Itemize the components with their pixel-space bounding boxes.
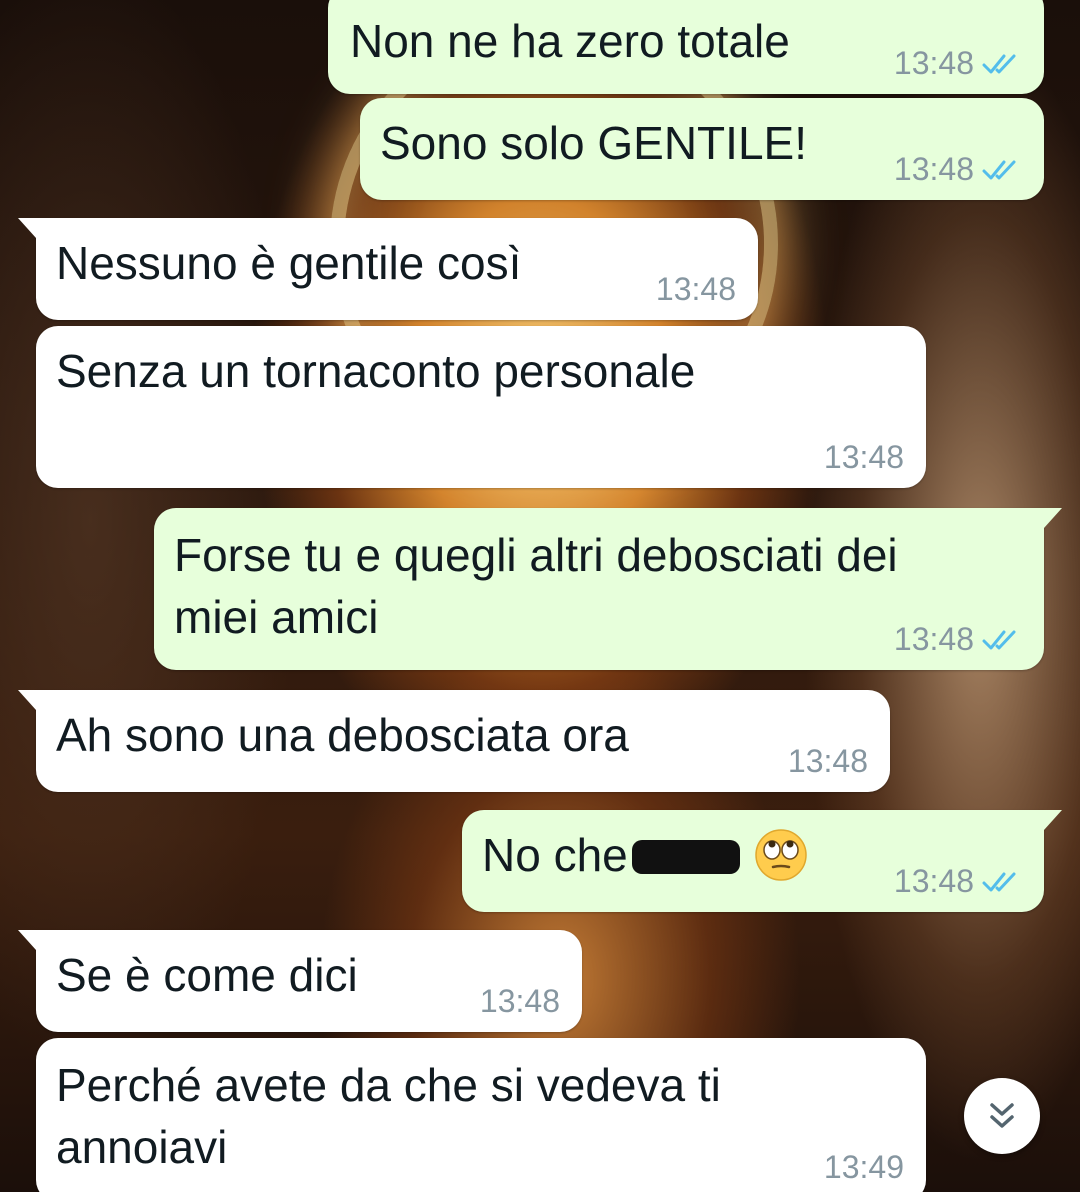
message-text: Nessuno è gentile così — [56, 237, 522, 289]
message-text: Non ne ha zero totale — [350, 15, 790, 67]
message-text: Se è come dici — [56, 949, 358, 1001]
double-check-icon — [982, 872, 1016, 891]
message-time: 13:48 — [893, 863, 974, 899]
double-check-icon — [982, 630, 1016, 649]
message-bubble-incoming[interactable]: Perché avete da che si vedeva ti annoiav… — [36, 1038, 926, 1192]
message-text: Ah sono una debosciata ora — [56, 709, 629, 761]
message-meta: 13:48 — [894, 863, 1022, 900]
bubble-tail — [1044, 810, 1062, 830]
face-with-rolling-eyes-icon — [755, 829, 807, 881]
message-time: 13:48 — [893, 621, 974, 657]
message-text-line: Forse tu e quegli altri debosciati dei — [174, 529, 898, 581]
message-bubble-outgoing[interactable]: Non ne ha zero totale 13:48 — [328, 0, 1044, 94]
bubble-tail — [18, 690, 36, 710]
message-text: No che — [482, 824, 808, 886]
message-meta: 13:48 — [894, 151, 1022, 188]
message-bubble-incoming[interactable]: Senza un tornaconto personale 13:48 — [36, 326, 926, 488]
message-time: 13:48 — [893, 45, 974, 81]
double-check-icon — [982, 54, 1016, 73]
bubble-tail — [18, 218, 36, 238]
message-time: 13:48 — [655, 271, 736, 307]
chat-screen: Non ne ha zero totale 13:48 Sono solo GE… — [0, 0, 1080, 1192]
message-meta: 13:48 — [788, 743, 868, 780]
message-meta: 13:48 — [894, 621, 1022, 658]
bubble-tail — [18, 930, 36, 950]
message-text-visible: No che — [482, 829, 628, 881]
message-time: 13:48 — [823, 439, 904, 475]
message-meta: 13:48 — [894, 45, 1022, 82]
message-bubble-incoming[interactable]: Nessuno è gentile così 13:48 — [18, 218, 758, 320]
message-time: 13:48 — [893, 151, 974, 187]
message-meta: 13:49 — [824, 1149, 904, 1186]
message-bubble-outgoing[interactable]: No che 13:48 — [462, 810, 1062, 912]
scroll-to-bottom-button[interactable] — [964, 1078, 1040, 1154]
message-text: Sono solo GENTILE! — [380, 117, 807, 169]
double-check-icon — [982, 160, 1016, 179]
message-time: 13:48 — [479, 983, 560, 1019]
message-text-line: annoiavi — [56, 1121, 228, 1173]
bubble-tail — [1044, 508, 1062, 528]
message-bubble-incoming[interactable]: Se è come dici 13:48 — [18, 930, 582, 1032]
redaction-mark — [631, 839, 740, 874]
message-meta: 13:48 — [480, 983, 560, 1020]
message-meta: 13:48 — [824, 439, 904, 476]
message-bubble-outgoing[interactable]: Forse tu e quegli altri debosciati dei m… — [154, 508, 1062, 670]
message-meta: 13:48 — [656, 271, 736, 308]
message-time: 13:49 — [823, 1149, 904, 1185]
message-bubble-outgoing[interactable]: Sono solo GENTILE! 13:48 — [360, 98, 1044, 200]
message-text-line: Perché avete da che si vedeva ti — [56, 1059, 721, 1111]
message-text: Senza un tornaconto personale — [56, 345, 696, 397]
message-text-line: miei amici — [174, 591, 379, 643]
message-text: Forse tu e quegli altri debosciati dei m… — [174, 524, 898, 648]
message-bubble-incoming[interactable]: Ah sono una debosciata ora 13:48 — [18, 690, 890, 792]
message-time: 13:48 — [787, 743, 868, 779]
double-chevron-down-icon — [990, 1103, 1014, 1128]
message-text: Perché avete da che si vedeva ti annoiav… — [56, 1054, 721, 1178]
